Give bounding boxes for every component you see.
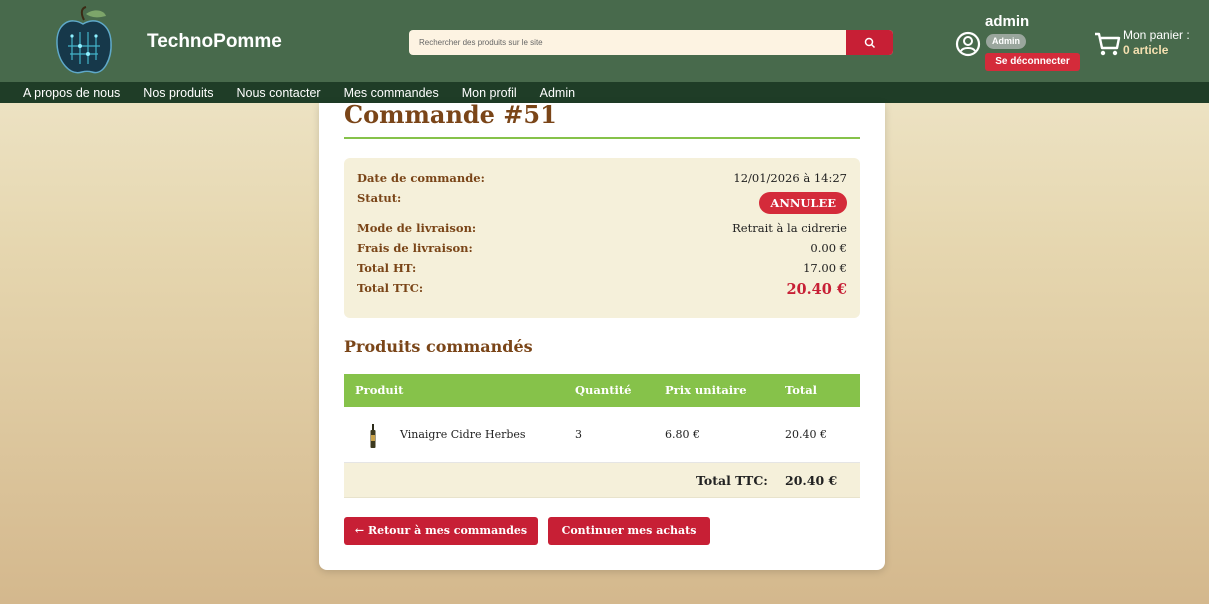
technopomme-logo[interactable]: [52, 6, 114, 78]
products-section-title: Produits commandés: [344, 337, 533, 356]
column-header-quantity: Quantité: [575, 383, 632, 397]
product-quantity: 3: [575, 428, 582, 441]
user-avatar-icon[interactable]: [955, 31, 981, 57]
role-badge: Admin: [986, 34, 1026, 49]
search-icon: [864, 37, 875, 48]
order-card: Commande #51 Date de commande: 12/01/202…: [319, 100, 885, 570]
order-date-label: Date de commande:: [357, 171, 485, 185]
total-ttc-label: Total TTC:: [357, 281, 424, 295]
table-row: Vinaigre Cidre Herbes 3 6.80 € 20.40 €: [344, 407, 860, 463]
cart-label[interactable]: Mon panier :: [1123, 28, 1190, 42]
column-header-unit-price: Prix unitaire: [665, 383, 747, 397]
brand-name[interactable]: TechnoPomme: [147, 31, 282, 53]
continue-shopping-button[interactable]: Continuer mes achats: [548, 517, 710, 545]
total-ht-label: Total HT:: [357, 261, 417, 275]
main-nav: A propos de nous Nos produits Nous conta…: [0, 82, 1209, 103]
search-bar: [409, 30, 893, 55]
status-badge: ANNULEE: [759, 192, 847, 214]
nav-item-about[interactable]: A propos de nous: [23, 86, 120, 100]
order-status-label: Statut:: [357, 191, 402, 205]
column-header-total: Total: [785, 383, 818, 397]
order-date-value: 12/01/2026 à 14:27: [733, 171, 847, 185]
products-table-header: Produit Quantité Prix unitaire Total: [344, 374, 860, 407]
search-input[interactable]: [409, 30, 846, 55]
product-unit-price: 6.80 €: [665, 428, 700, 441]
product-name: Vinaigre Cidre Herbes: [400, 428, 526, 441]
table-total-row: Total TTC: 20.40 €: [344, 463, 860, 498]
product-thumbnail[interactable]: [370, 424, 376, 448]
search-button[interactable]: [846, 30, 893, 55]
cart-icon[interactable]: [1093, 29, 1121, 57]
top-header: TechnoPomme admin Admin Se déconnecter M…: [0, 0, 1209, 82]
title-divider: [344, 137, 860, 139]
delivery-fees-value: 0.00 €: [810, 241, 847, 255]
nav-item-admin[interactable]: Admin: [540, 86, 575, 100]
total-ht-value: 17.00 €: [803, 261, 847, 275]
nav-item-orders[interactable]: Mes commandes: [344, 86, 439, 100]
delivery-mode-value: Retrait à la cidrerie: [732, 221, 847, 235]
table-total-value: 20.40 €: [785, 473, 838, 488]
table-total-label: Total TTC:: [696, 473, 768, 488]
delivery-fees-label: Frais de livraison:: [357, 241, 473, 255]
logout-button[interactable]: Se déconnecter: [985, 53, 1080, 71]
username: admin: [985, 13, 1030, 30]
delivery-mode-label: Mode de livraison:: [357, 221, 477, 235]
page-title: Commande #51: [344, 100, 557, 129]
total-ttc-value: 20.40 €: [786, 281, 847, 298]
back-to-orders-button[interactable]: ← Retour à mes commandes: [344, 517, 538, 545]
product-total: 20.40 €: [785, 428, 827, 441]
order-info-panel: Date de commande: 12/01/2026 à 14:27 Sta…: [344, 158, 860, 318]
column-header-product: Produit: [355, 383, 404, 397]
cart-count[interactable]: 0 article: [1123, 43, 1168, 57]
nav-item-contact[interactable]: Nous contacter: [236, 86, 320, 100]
nav-item-profile[interactable]: Mon profil: [462, 86, 517, 100]
nav-item-products[interactable]: Nos produits: [143, 86, 213, 100]
